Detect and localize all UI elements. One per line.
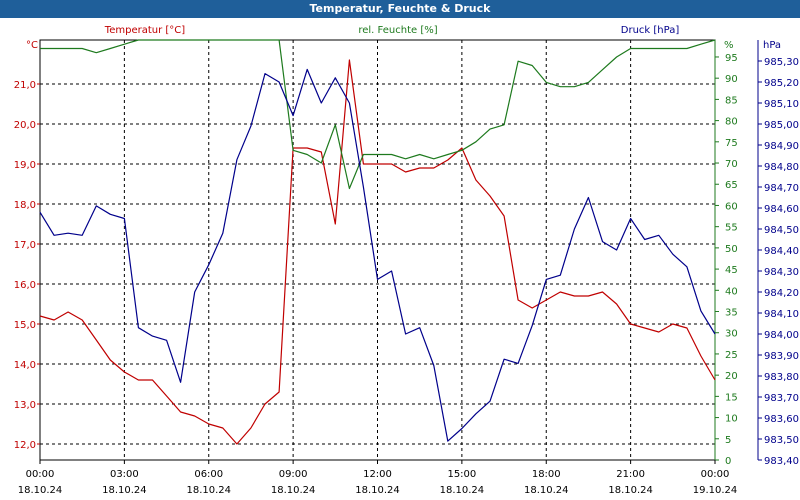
pressure-tick-label: 985,10 <box>764 99 799 110</box>
time-tick-label: 00:00 <box>26 469 55 480</box>
pressure-tick-label: 984,20 <box>764 288 799 299</box>
date-tick-label: 19.10.24 <box>693 485 738 496</box>
pressure-tick-label: 984,10 <box>764 309 799 320</box>
humidity-tick-label: 35 <box>725 308 738 319</box>
pressure-tick-label: 984,00 <box>764 330 799 341</box>
humidity-tick-label: 95 <box>725 53 738 64</box>
humidity-tick-label: 25 <box>725 350 738 361</box>
temperature-tick-label: 12,0 <box>14 440 36 451</box>
date-tick-label: 18.10.24 <box>440 485 485 496</box>
time-tick-label: 06:00 <box>194 469 223 480</box>
legend-pressure: Druck [hPa] <box>621 25 680 36</box>
pressure-tick-label: 985,00 <box>764 120 799 131</box>
date-tick-label: 18.10.24 <box>524 485 569 496</box>
humidity-tick-label: 60 <box>725 201 738 212</box>
pressure-tick-label: 983,40 <box>764 456 799 467</box>
humidity-tick-label: 90 <box>725 74 738 85</box>
humidity-tick-label: 80 <box>725 117 738 128</box>
pressure-tick-label: 984,90 <box>764 141 799 152</box>
pressure-tick-label: 984,80 <box>764 162 799 173</box>
pressure-tick-label: 983,90 <box>764 351 799 362</box>
humidity-tick-label: 85 <box>725 95 738 106</box>
time-axis-ticks: 00:00 18.10.24 03:00 18.10.24 06:00 18.10.24 0… <box>18 460 738 496</box>
pressure-tick-label: 983,50 <box>764 435 799 446</box>
date-tick-label: 18.10.24 <box>18 485 63 496</box>
pressure-tick-label: 985,20 <box>764 78 799 89</box>
temperature-tick-label: 21,0 <box>14 80 36 91</box>
humidity-tick-label: 40 <box>725 286 738 297</box>
humidity-tick-label: 0 <box>725 456 731 467</box>
humidity-tick-label: 20 <box>725 371 738 382</box>
humidity-tick-label: 45 <box>725 265 738 276</box>
time-tick-label: 12:00 <box>363 469 392 480</box>
humidity-unit-label: % <box>724 40 734 51</box>
temperature-axis-ticks: 12,0 13,0 14,0 15,0 16,0 17,0 18,0 19,0 20,0 21,0 <box>14 80 40 451</box>
humidity-tick-label: 5 <box>725 435 731 446</box>
pressure-tick-label: 984,60 <box>764 204 799 215</box>
pressure-tick-label: 983,80 <box>764 372 799 383</box>
date-tick-label: 18.10.24 <box>186 485 231 496</box>
humidity-tick-label: 15 <box>725 392 738 403</box>
legend-humidity: rel. Feuchte [%] <box>358 25 437 36</box>
legend-temperature: Temperatur [°C] <box>104 25 185 36</box>
humidity-tick-label: 55 <box>725 223 738 234</box>
time-tick-label: 00:00 <box>701 469 730 480</box>
time-tick-label: 03:00 <box>110 469 139 480</box>
temperature-unit-label: °C <box>26 40 38 51</box>
pressure-tick-label: 984,50 <box>764 225 799 236</box>
pressure-tick-label: 983,60 <box>764 414 799 425</box>
temperature-tick-label: 20,0 <box>14 120 36 131</box>
temperature-tick-label: 14,0 <box>14 360 36 371</box>
time-tick-label: 18:00 <box>532 469 561 480</box>
temperature-tick-label: 15,0 <box>14 320 36 331</box>
humidity-tick-label: 50 <box>725 244 738 255</box>
humidity-tick-label: 75 <box>725 138 738 149</box>
time-tick-label: 15:00 <box>447 469 476 480</box>
humidity-tick-label: 30 <box>725 329 738 340</box>
humidity-axis-ticks: 0 5 10 15 20 25 30 35 40 45 50 55 60 65 70 75 80 85 90 95 <box>714 40 738 467</box>
pressure-axis-ticks: 983,40 983,50 983,60 983,70 983,80 983,90 984,… <box>757 40 799 467</box>
pressure-tick-label: 984,30 <box>764 267 799 278</box>
humidity-tick-label: 70 <box>725 159 738 170</box>
pressure-tick-label: 985,30 <box>764 57 799 68</box>
pressure-unit-label: hPa <box>763 40 781 51</box>
pressure-tick-label: 984,40 <box>764 246 799 257</box>
temperature-tick-label: 19,0 <box>14 160 36 171</box>
pressure-tick-label: 984,70 <box>764 183 799 194</box>
date-tick-label: 18.10.24 <box>355 485 400 496</box>
humidity-tick-label: 65 <box>725 180 738 191</box>
temperature-tick-label: 17,0 <box>14 240 36 251</box>
time-tick-label: 21:00 <box>616 469 645 480</box>
time-tick-label: 09:00 <box>279 469 308 480</box>
date-tick-label: 18.10.24 <box>102 485 147 496</box>
temperature-tick-label: 13,0 <box>14 400 36 411</box>
chart-canvas: 12,0 13,0 14,0 15,0 16,0 17,0 18,0 19,0 20,0 21,0… <box>14 25 799 496</box>
temperature-tick-label: 18,0 <box>14 200 36 211</box>
date-tick-label: 18.10.24 <box>271 485 316 496</box>
temperature-tick-label: 16,0 <box>14 280 36 291</box>
date-tick-label: 18.10.24 <box>608 485 653 496</box>
pressure-tick-label: 983,70 <box>764 393 799 404</box>
humidity-tick-label: 10 <box>725 414 738 425</box>
